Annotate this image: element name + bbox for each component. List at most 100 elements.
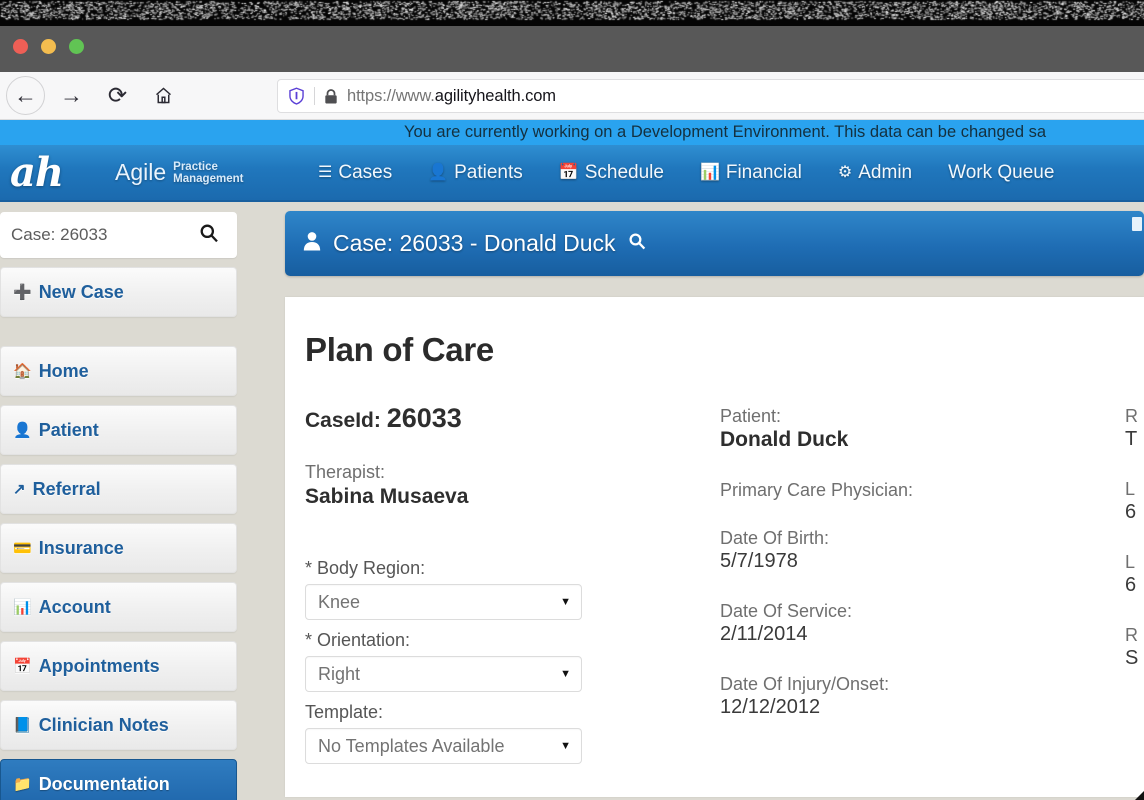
book-icon: 📘 [13, 716, 32, 734]
sidebar-item-label: Insurance [39, 538, 124, 559]
body-region-label: * Body Region: [305, 558, 720, 579]
magnifier-icon[interactable] [199, 223, 219, 248]
therapist-value: Sabina Musaeva [305, 484, 720, 510]
sidebar-item-clinician-notes[interactable]: 📘 Clinician Notes [0, 700, 237, 750]
sidebar-item-label: Patient [39, 420, 99, 441]
sidebar-nav-group: 📁 Documentation [0, 759, 237, 800]
right-column-clipped: R T L 6 L 6 R S [1125, 403, 1144, 774]
nav-label: Patients [454, 162, 523, 184]
sidebar-item-appointments[interactable]: 📅 Appointments [0, 641, 237, 691]
sidebar-item-referral[interactable]: ↗ Referral [0, 464, 237, 514]
brand-tagline: Practice Management [173, 161, 243, 185]
sidebar-nav-group: 📘 Clinician Notes [0, 700, 237, 750]
minimize-window-button[interactable] [41, 39, 56, 54]
person-icon: 👤 [13, 421, 32, 439]
sidebar-nav-group: 📊 Account [0, 582, 237, 632]
lock-icon[interactable] [324, 88, 338, 105]
nav-item-schedule[interactable]: 📅 Schedule [541, 162, 682, 184]
nav-label: Financial [726, 162, 802, 184]
sidebar-spacer [0, 317, 245, 337]
clipped-field-2: L 6 [1125, 478, 1144, 525]
sidebar-item-account[interactable]: 📊 Account [0, 582, 237, 632]
nav-item-admin[interactable]: ⚙ Admin [820, 162, 930, 184]
list-icon: ☰ [318, 165, 332, 181]
nav-label: Work Queue [948, 162, 1054, 184]
home-icon[interactable] [144, 76, 183, 115]
banner-text: You are currently working on a Developme… [404, 123, 1046, 142]
chart-icon: 📊 [700, 165, 720, 181]
middle-column: Patient: Donald Duck Primary Care Physic… [720, 403, 1125, 774]
detail-grid: CaseId: 26033 Therapist: Sabina Musaeva … [305, 403, 1144, 774]
sidebar-nav-group: ↗ Referral [0, 464, 237, 514]
case-search-input[interactable]: Case: 26033 [0, 212, 237, 258]
logo-ah-mark: ah [10, 153, 63, 193]
reload-icon[interactable]: ⟳ [98, 76, 137, 115]
body-region-value: Knee [318, 592, 360, 613]
clipped-field-4: R S [1125, 624, 1144, 671]
body-region-select[interactable]: Knee ▼ [305, 584, 582, 620]
nav-item-work-queue[interactable]: Work Queue [930, 162, 1072, 184]
orientation-select[interactable]: Right ▼ [305, 656, 582, 692]
back-arrow-icon[interactable]: ← [6, 76, 45, 115]
nav-item-cases[interactable]: ☰ Cases [300, 162, 410, 184]
template-label: Template: [305, 702, 720, 723]
close-window-button[interactable] [13, 39, 28, 54]
sidebar-item-patient[interactable]: 👤 Patient [0, 405, 237, 455]
template-select[interactable]: No Templates Available ▼ [305, 728, 582, 764]
patient-value: Donald Duck [720, 427, 1125, 453]
nav-item-financial[interactable]: 📊 Financial [682, 162, 820, 184]
sidebar-item-documentation[interactable]: 📁 Documentation [0, 759, 237, 800]
chevron-down-icon: ▼ [560, 596, 571, 608]
forward-arrow-icon[interactable]: → [52, 76, 91, 115]
brand-logo[interactable]: ah Agile Practice Management [0, 153, 300, 193]
browser-toolbar: ← → ⟳ https://www.agilityhealth.com [0, 72, 1144, 120]
date-of-injury-field: Date Of Injury/Onset: 12/12/2012 [720, 673, 1125, 720]
nav-item-patients[interactable]: 👤 Patients [410, 162, 541, 184]
calendar-icon: 📅 [559, 165, 579, 181]
orientation-label: * Orientation: [305, 630, 720, 651]
case-header-title: Case: 26033 - Donald Duck [333, 230, 616, 257]
sidebar-nav: 🏠 Home [0, 346, 237, 396]
home-icon: 🏠 [13, 362, 32, 380]
magnifier-icon[interactable] [628, 232, 646, 256]
sidebar-nav-group: 📅 Appointments [0, 641, 237, 691]
address-bar[interactable]: https://www.agilityhealth.com [277, 79, 1144, 113]
person-icon: 👤 [428, 165, 448, 181]
plan-of-care-form: * Body Region: Knee ▼ * Orientation: Rig… [305, 558, 720, 764]
top-nav-items: ☰ Cases 👤 Patients 📅 Schedule 📊 Financia… [300, 162, 1072, 184]
new-case-button[interactable]: ➕ New Case [0, 267, 237, 317]
sidebar-item-label: New Case [39, 282, 124, 303]
header-right-control[interactable] [1132, 217, 1142, 231]
clipped-label-4: R [1125, 624, 1144, 646]
date-of-service-label: Date Of Service: [720, 600, 1125, 622]
date-of-birth-label: Date Of Birth: [720, 527, 1125, 549]
caseid-value: 26033 [387, 403, 462, 433]
caseid-line: CaseId: 26033 [305, 403, 720, 434]
page-body: Case: 26033 ➕ New Case 🏠 Home 👤 Patient … [0, 202, 1144, 800]
clipped-value-2: 6 [1125, 500, 1144, 525]
web-page: You are currently working on a Developme… [0, 120, 1144, 800]
left-column: CaseId: 26033 Therapist: Sabina Musaeva … [305, 403, 720, 774]
patient-label: Patient: [720, 405, 1125, 427]
date-of-birth-field: Date Of Birth: 5/7/1978 [720, 527, 1125, 574]
new-case-block: ➕ New Case [0, 267, 237, 317]
folder-icon: 📁 [13, 775, 32, 793]
caseid-label: CaseId: [305, 409, 381, 432]
clipped-value-3: 6 [1125, 573, 1144, 598]
sidebar-nav-group: 💳 Insurance [0, 523, 237, 573]
clipped-label-3: L [1125, 551, 1144, 573]
gears-icon: ⚙ [838, 165, 852, 181]
template-value: No Templates Available [318, 736, 504, 757]
external-link-icon: ↗ [13, 480, 26, 498]
sidebar-item-label: Home [39, 361, 89, 382]
date-of-service-value: 2/11/2014 [720, 622, 1125, 647]
browser-nav-buttons: ← → ⟳ [6, 76, 183, 115]
maximize-window-button[interactable] [69, 39, 84, 54]
case-header-bar: Case: 26033 - Donald Duck [285, 211, 1144, 276]
sidebar-item-label: Documentation [39, 774, 170, 795]
shield-icon[interactable] [288, 87, 305, 105]
sidebar-item-insurance[interactable]: 💳 Insurance [0, 523, 237, 573]
sidebar-item-home[interactable]: 🏠 Home [0, 346, 237, 396]
plus-circle-icon: ➕ [13, 283, 32, 301]
brand-name: Agile [115, 159, 166, 186]
